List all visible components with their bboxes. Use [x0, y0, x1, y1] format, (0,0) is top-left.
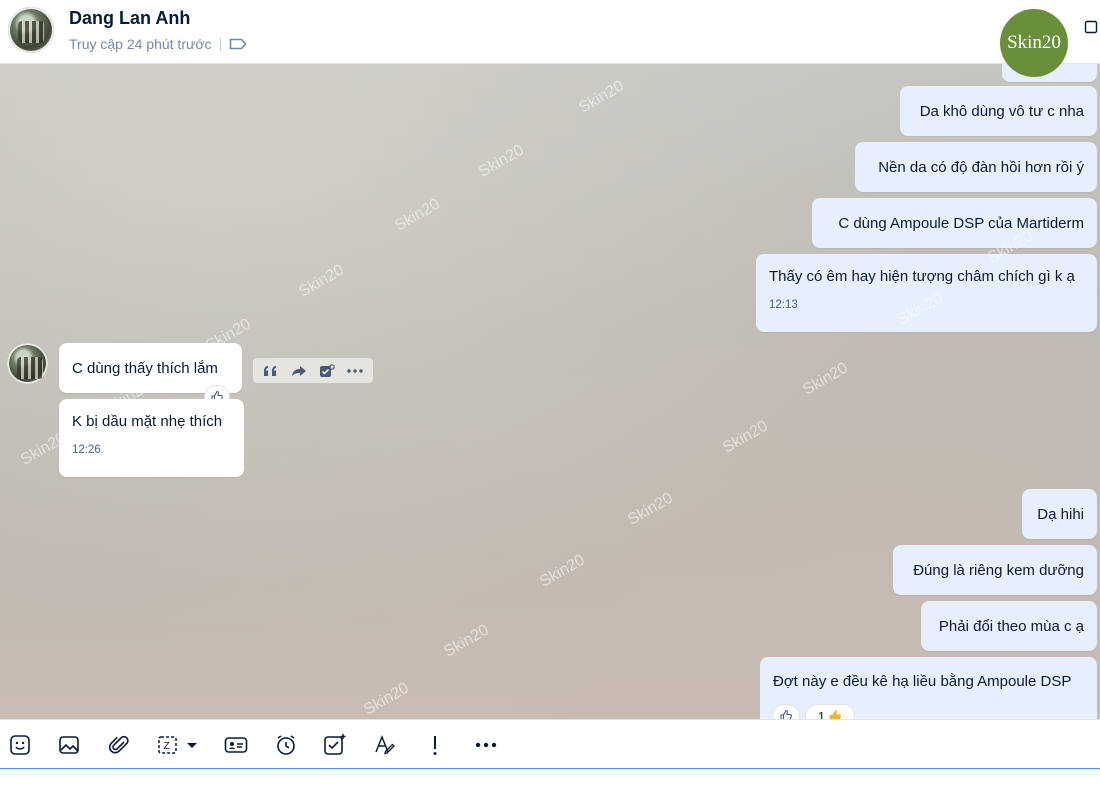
watermark: Skin20 [296, 261, 347, 301]
divider [219, 37, 221, 51]
composer-toolbar: Z [0, 719, 1100, 769]
message-text: Đúng là riêng kem dưỡng [913, 561, 1084, 579]
message-input[interactable] [0, 768, 1100, 788]
contact-avatar[interactable] [8, 7, 54, 53]
message-text: Da khô dùng vô tư c nha [919, 102, 1084, 120]
message-bubble-incoming[interactable]: K bị dầu mặt nhẹ thích 12:26 [59, 399, 244, 477]
sender-avatar[interactable] [7, 343, 48, 384]
watermark: Skin20 [800, 359, 851, 399]
like-reaction-button[interactable] [773, 705, 799, 719]
chat-header: Dang Lan Anh Truy cập 24 phút trước [0, 0, 1100, 64]
label-tag-icon[interactable] [229, 38, 247, 50]
brand-logo: Skin20 [1000, 9, 1068, 77]
message-text: Dạ hihi [1037, 505, 1084, 523]
format-text-icon[interactable] [373, 733, 397, 757]
watermark: Skin20 [720, 417, 771, 457]
quote-icon[interactable] [263, 365, 279, 377]
message-bubble[interactable]: Dạ hihi [1022, 489, 1097, 539]
watermark: Skin20 [537, 551, 588, 591]
add-group-icon[interactable] [1084, 19, 1100, 40]
message-text: C dùng Ampoule DSP của Martiderm [838, 214, 1084, 232]
message-bubble[interactable]: Thấy có êm hay hiện tượng châm chích gì … [756, 254, 1097, 332]
message-actions-toolbar [253, 358, 373, 383]
message-time: 12:13 [769, 299, 798, 311]
message-bubble[interactable]: Nền da có độ đàn hồi hơn rồi ý [855, 142, 1097, 192]
message-bubble[interactable]: C dùng Ampoule DSP của Martiderm [812, 198, 1097, 248]
message-text: C dùng thấy thích lắm [72, 359, 218, 377]
task-check-icon[interactable] [319, 363, 335, 378]
watermark: Skin20 [476, 141, 527, 181]
image-icon[interactable] [57, 733, 81, 757]
message-time: 12:26 [72, 444, 101, 456]
last-seen-row: Truy cập 24 phút trước [69, 36, 247, 52]
last-seen-status: Truy cập 24 phút trước [69, 36, 212, 52]
svg-text:Z: Z [164, 741, 170, 752]
task-icon[interactable] [323, 733, 347, 757]
reminder-icon[interactable] [274, 733, 298, 757]
urgent-icon[interactable] [425, 733, 445, 757]
contact-name[interactable]: Dang Lan Anh [69, 8, 190, 29]
message-bubble[interactable]: Đúng là riêng kem dưỡng [893, 545, 1097, 595]
message-list[interactable]: Da khô dùng vô tư c nha Nền da có độ đàn… [0, 64, 1100, 719]
reaction-count: 1 [817, 708, 826, 720]
contact-card-icon[interactable] [224, 733, 248, 757]
more-actions-icon[interactable] [347, 368, 363, 373]
attachment-icon[interactable] [107, 733, 131, 757]
thumbs-up-icon [780, 709, 792, 719]
watermark: Skin20 [576, 77, 627, 117]
message-text: Thấy có êm hay hiện tượng châm chích gì … [769, 268, 1075, 285]
watermark: Skin20 [625, 489, 676, 529]
message-bubble[interactable]: Da khô dùng vô tư c nha [900, 86, 1097, 136]
forward-icon[interactable] [291, 365, 307, 377]
more-icon[interactable] [474, 733, 498, 757]
watermark: Skin20 [392, 195, 443, 235]
message-bubble[interactable]: Phải đổi theo mùa c ạ [921, 601, 1097, 651]
brand-logo-text: Skin20 [1007, 32, 1061, 53]
screenshot-icon[interactable]: Z [157, 733, 201, 757]
message-text: K bị dầu mặt nhẹ thích [72, 413, 223, 430]
reaction-summary[interactable]: 1 [806, 705, 854, 719]
watermark: Skin20 [441, 621, 492, 661]
thumbs-up-emoji-icon [829, 710, 842, 719]
watermark: Skin20 [361, 679, 412, 719]
message-text: Đợt này e đều kê hạ liều bằng Ampoule DS… [773, 673, 1072, 690]
message-text: Nền da có độ đàn hồi hơn rồi ý [878, 158, 1084, 176]
message-text: Phải đổi theo mùa c ạ [938, 617, 1084, 635]
sticker-icon[interactable] [8, 733, 32, 757]
